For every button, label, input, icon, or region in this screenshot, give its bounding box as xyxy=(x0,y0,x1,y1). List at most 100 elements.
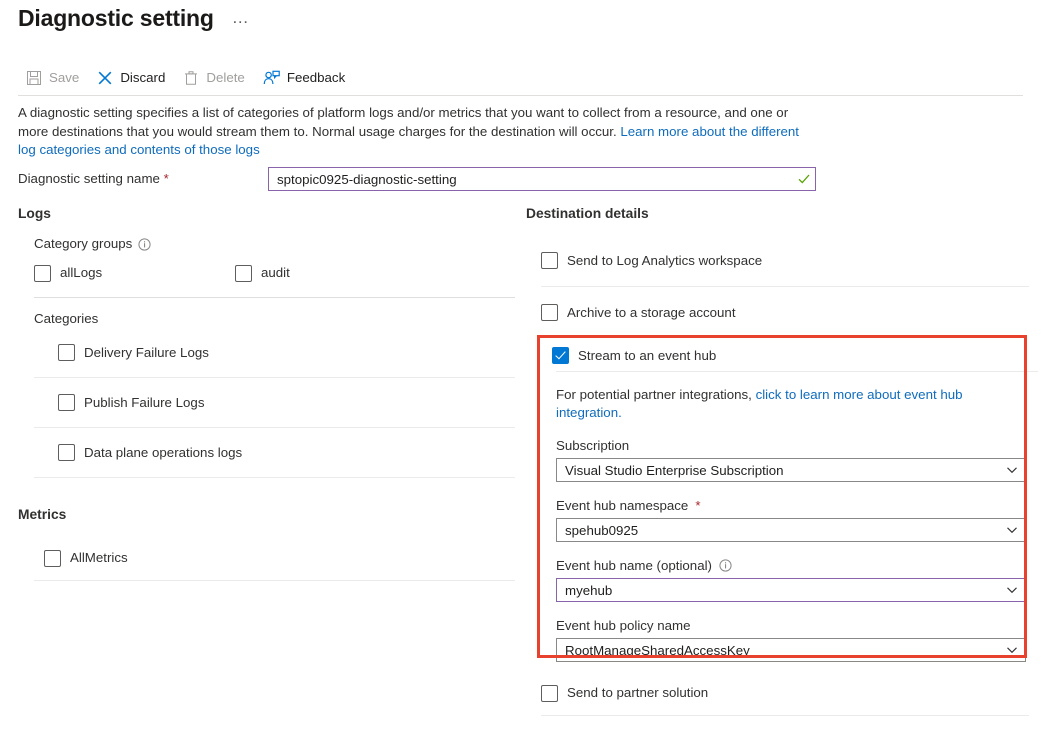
checkbox-send-to-partner-solution[interactable]: Send to partner solution xyxy=(541,684,708,702)
delete-label: Delete xyxy=(206,69,244,87)
diagnostic-setting-name-input[interactable] xyxy=(269,172,793,187)
more-options-icon[interactable]: … xyxy=(228,9,254,27)
checkbox-send-to-partner-solution-label: Send to partner solution xyxy=(567,684,708,702)
categories-list: Delivery Failure Logs Publish Failure Lo… xyxy=(34,328,515,478)
checkbox-stream-to-event-hub-box[interactable] xyxy=(552,347,569,364)
categories-label: Categories xyxy=(34,310,515,328)
event-hub-name-dropdown[interactable]: myehub xyxy=(556,578,1026,602)
destination-details-column: Destination details Send to Log Analytic… xyxy=(526,205,1029,338)
page-title: Diagnostic setting xyxy=(18,4,214,32)
feedback-label: Feedback xyxy=(287,69,345,87)
list-item[interactable]: Send to partner solution xyxy=(526,671,1029,715)
checkbox-allmetrics-box[interactable] xyxy=(44,550,61,567)
event-hub-policy-name-dropdown[interactable]: RootManageSharedAccessKey xyxy=(556,638,1026,662)
required-asterisk: * xyxy=(164,171,169,186)
checkbox-delivery-failure-logs-label: Delivery Failure Logs xyxy=(84,344,209,362)
checkbox-send-to-partner-solution-box[interactable] xyxy=(541,685,558,702)
event-hub-form: For potential partner integrations, clic… xyxy=(541,386,1023,662)
checkbox-allmetrics[interactable]: AllMetrics xyxy=(44,549,128,567)
checkbox-alllogs-box[interactable] xyxy=(34,265,51,282)
checkbox-audit[interactable]: audit xyxy=(235,264,290,282)
save-button[interactable]: Save xyxy=(18,66,89,90)
event-hub-divider xyxy=(556,371,1038,372)
category-groups-label: Category groups xyxy=(34,235,515,253)
metrics-divider xyxy=(34,580,515,581)
list-item[interactable]: Publish Failure Logs xyxy=(34,378,515,427)
checkbox-delivery-failure-logs-box[interactable] xyxy=(58,344,75,361)
field-event-hub-policy-name: Event hub policy name RootManageSharedAc… xyxy=(556,617,1023,662)
checkbox-publish-failure-logs-box[interactable] xyxy=(58,394,75,411)
checkbox-audit-box[interactable] xyxy=(235,265,252,282)
event-hub-panel: Stream to an event hub For potential par… xyxy=(541,339,1023,662)
checkbox-data-plane-operations-logs-box[interactable] xyxy=(58,444,75,461)
partner-solution-block: Send to partner solution xyxy=(526,671,1029,716)
checkbox-stream-to-event-hub-label: Stream to an event hub xyxy=(578,348,716,363)
checkbox-publish-failure-logs[interactable]: Publish Failure Logs xyxy=(58,394,204,412)
category-groups-divider xyxy=(34,297,515,298)
checkbox-archive-to-storage-account[interactable]: Archive to a storage account xyxy=(541,304,736,322)
event-hub-namespace-value: spehub0925 xyxy=(557,523,999,538)
field-event-hub-namespace: Event hub namespace * spehub0925 xyxy=(556,497,1023,542)
checkbox-audit-label: audit xyxy=(261,264,290,282)
diagnostic-setting-name-row: Diagnostic setting name * xyxy=(18,167,1023,191)
command-bar: Save Discard Delete Fee xyxy=(18,63,355,93)
checkbox-delivery-failure-logs[interactable]: Delivery Failure Logs xyxy=(58,344,209,362)
list-item[interactable]: Send to Log Analytics workspace xyxy=(526,235,1029,286)
checkbox-archive-to-storage-account-label: Archive to a storage account xyxy=(567,304,736,322)
event-hub-name-label: Event hub name (optional) xyxy=(556,557,1023,574)
checkbox-send-to-log-analytics-box[interactable] xyxy=(541,252,558,269)
info-icon[interactable] xyxy=(719,559,732,572)
event-hub-policy-name-value: RootManageSharedAccessKey xyxy=(557,643,999,658)
command-bar-divider xyxy=(18,95,1023,96)
list-item[interactable]: AllMetrics xyxy=(34,536,515,580)
checkbox-allmetrics-label: AllMetrics xyxy=(70,549,128,567)
field-event-hub-name: Event hub name (optional) myehub xyxy=(556,557,1023,602)
destination-details-title: Destination details xyxy=(526,205,1029,223)
description-text: A diagnostic setting specifies a list of… xyxy=(18,104,808,160)
checkbox-data-plane-operations-logs-label: Data plane operations logs xyxy=(84,444,242,462)
metrics-list: AllMetrics xyxy=(34,536,515,581)
green-check-icon xyxy=(793,172,815,186)
delete-button[interactable]: Delete xyxy=(175,66,254,90)
partner-integration-text: For potential partner integrations, clic… xyxy=(556,386,1023,422)
subscription-label: Subscription xyxy=(556,437,1023,454)
checkbox-send-to-log-analytics[interactable]: Send to Log Analytics workspace xyxy=(541,252,762,270)
list-item[interactable]: Archive to a storage account xyxy=(526,287,1029,338)
event-hub-name-value: myehub xyxy=(557,583,999,598)
chevron-down-icon xyxy=(999,584,1025,596)
category-groups-row: allLogs audit xyxy=(34,264,515,282)
event-hub-policy-name-label-text: Event hub policy name xyxy=(556,617,691,634)
discard-button[interactable]: Discard xyxy=(89,66,175,90)
categories-text: Categories xyxy=(34,310,98,328)
partner-integration-prefix: For potential partner integrations, xyxy=(556,387,756,402)
checkbox-data-plane-operations-logs[interactable]: Data plane operations logs xyxy=(58,444,242,462)
partner-solution-divider xyxy=(541,715,1029,716)
page-header: Diagnostic setting … xyxy=(18,4,254,32)
list-item[interactable]: Data plane operations logs xyxy=(34,428,515,477)
metrics-section-title: Metrics xyxy=(18,506,515,524)
category-divider xyxy=(34,477,515,478)
discard-icon xyxy=(97,70,113,86)
checkbox-archive-to-storage-account-box[interactable] xyxy=(541,304,558,321)
feedback-button[interactable]: Feedback xyxy=(255,66,355,90)
event-hub-namespace-label-text: Event hub namespace xyxy=(556,497,688,514)
subscription-label-text: Subscription xyxy=(556,437,629,454)
save-label: Save xyxy=(49,69,79,87)
subscription-dropdown[interactable]: Visual Studio Enterprise Subscription xyxy=(556,458,1026,482)
checkbox-alllogs[interactable]: allLogs xyxy=(34,264,235,282)
event-hub-namespace-dropdown[interactable]: spehub0925 xyxy=(556,518,1026,542)
field-subscription: Subscription Visual Studio Enterprise Su… xyxy=(556,437,1023,482)
discard-label: Discard xyxy=(120,69,165,87)
logs-and-metrics-column: Logs Category groups allLogs audit Categ… xyxy=(18,205,515,581)
list-item[interactable]: Delivery Failure Logs xyxy=(34,328,515,377)
checkbox-stream-to-event-hub[interactable]: Stream to an event hub xyxy=(541,339,1023,371)
required-asterisk: * xyxy=(695,497,700,514)
info-icon[interactable] xyxy=(138,238,151,251)
event-hub-policy-name-label: Event hub policy name xyxy=(556,617,1023,634)
chevron-down-icon xyxy=(999,644,1025,656)
checkbox-publish-failure-logs-label: Publish Failure Logs xyxy=(84,394,204,412)
event-hub-name-label-text: Event hub name (optional) xyxy=(556,557,712,574)
trash-icon xyxy=(183,70,199,86)
diagnostic-setting-name-input-wrapper[interactable] xyxy=(268,167,816,191)
save-icon xyxy=(26,70,42,86)
